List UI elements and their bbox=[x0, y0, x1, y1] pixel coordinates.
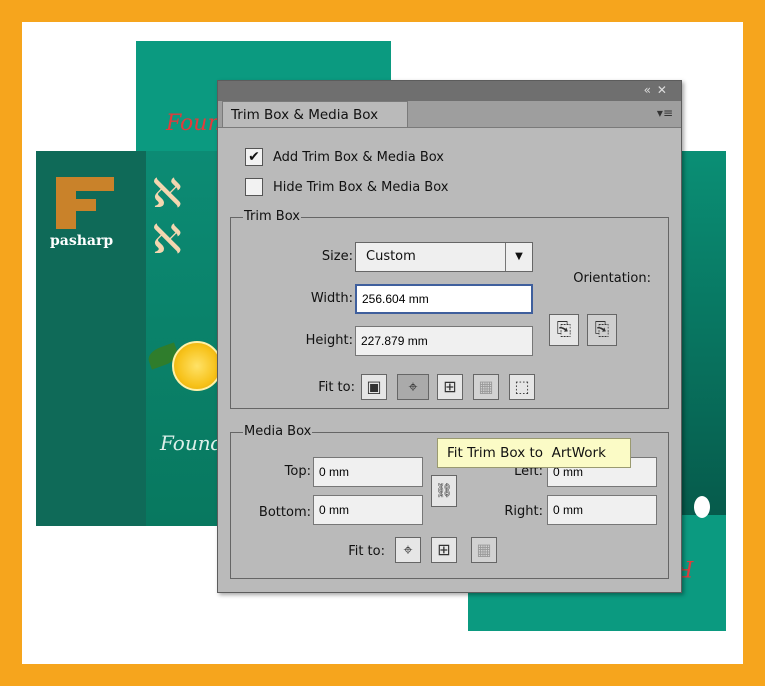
size-label: Size: bbox=[321, 249, 353, 264]
portrait-orientation-button[interactable]: ⎘ bbox=[549, 314, 579, 346]
collapse-close-icons[interactable]: «✕ bbox=[644, 83, 673, 97]
trim-box-group: Trim Box Size: Custom ▼ Orientation: Wid… bbox=[230, 209, 669, 409]
landscape-orientation-button[interactable]: ⎘ bbox=[587, 314, 617, 346]
panel-titlebar[interactable]: «✕ bbox=[218, 81, 681, 101]
circle-decoration bbox=[694, 496, 710, 518]
logo-f-icon bbox=[56, 177, 114, 229]
fit-trim-to-crop-button[interactable]: ⬚ bbox=[509, 374, 535, 400]
fit-trim-to-media-button: ▦ bbox=[473, 374, 499, 400]
hide-trim-media-box-label: Hide Trim Box & Media Box bbox=[273, 180, 449, 195]
trim-box-title: Trim Box bbox=[243, 209, 301, 225]
size-select[interactable]: Custom ▼ bbox=[355, 242, 533, 272]
trim-fit-to-label: Fit to: bbox=[318, 380, 355, 395]
brand-script-mid-text: Found bbox=[160, 431, 224, 455]
swirl-ornament-icon: ℵℵ bbox=[152, 171, 182, 263]
top-label: Top: bbox=[284, 464, 311, 479]
fit-trim-to-artwork-tooltip: Fit Trim Box to ArtWork bbox=[437, 438, 631, 468]
tab-trim-media-box[interactable]: Trim Box & Media Box bbox=[222, 101, 408, 127]
artwork-middle-card: ℵℵ Found bbox=[145, 151, 226, 526]
lemon-icon bbox=[172, 341, 222, 391]
artwork-left-card: pasharp bbox=[36, 151, 146, 526]
size-select-value: Custom bbox=[366, 249, 416, 264]
link-constrain-icon[interactable]: ⛓ bbox=[431, 475, 457, 507]
height-field[interactable]: 227.879 mm bbox=[355, 326, 533, 356]
fit-trim-to-artboard-button[interactable]: ▣ bbox=[361, 374, 387, 400]
media-box-title: Media Box bbox=[243, 424, 313, 440]
add-trim-media-box-checkbox[interactable]: ✔ bbox=[245, 148, 263, 166]
width-field[interactable]: 256.604 mm bbox=[355, 284, 533, 314]
fit-trim-to-artwork-button[interactable]: ⌖ bbox=[397, 374, 429, 400]
height-label: Height: bbox=[305, 333, 353, 348]
media-fit-to-label: Fit to: bbox=[348, 544, 385, 559]
fit-media-to-trim-button: ▦ bbox=[471, 537, 497, 563]
logo-text: pasharp bbox=[50, 233, 114, 249]
orientation-label: Orientation: bbox=[573, 271, 651, 286]
panel-menu-icon[interactable]: ▾≡ bbox=[657, 106, 673, 120]
top-field[interactable]: 0 mm bbox=[313, 457, 423, 487]
fit-media-to-selection-button[interactable]: ⊞ bbox=[431, 537, 457, 563]
width-label: Width: bbox=[310, 291, 353, 306]
fit-media-to-artwork-button[interactable]: ⌖ bbox=[395, 537, 421, 563]
bottom-label: Bottom: bbox=[258, 505, 311, 520]
trim-media-box-panel: «✕ Trim Box & Media Box ▾≡ ✔ Add Trim Bo… bbox=[217, 80, 682, 593]
panel-tabstrip: Trim Box & Media Box ▾≡ bbox=[218, 101, 681, 128]
chevron-down-icon[interactable]: ▼ bbox=[505, 243, 532, 271]
add-trim-media-box-label: Add Trim Box & Media Box bbox=[273, 150, 444, 165]
right-label: Right: bbox=[504, 504, 543, 519]
right-field[interactable]: 0 mm bbox=[547, 495, 657, 525]
bottom-field[interactable]: 0 mm bbox=[313, 495, 423, 525]
fit-trim-to-selection-button[interactable]: ⊞ bbox=[437, 374, 463, 400]
hide-trim-media-box-checkbox[interactable] bbox=[245, 178, 263, 196]
